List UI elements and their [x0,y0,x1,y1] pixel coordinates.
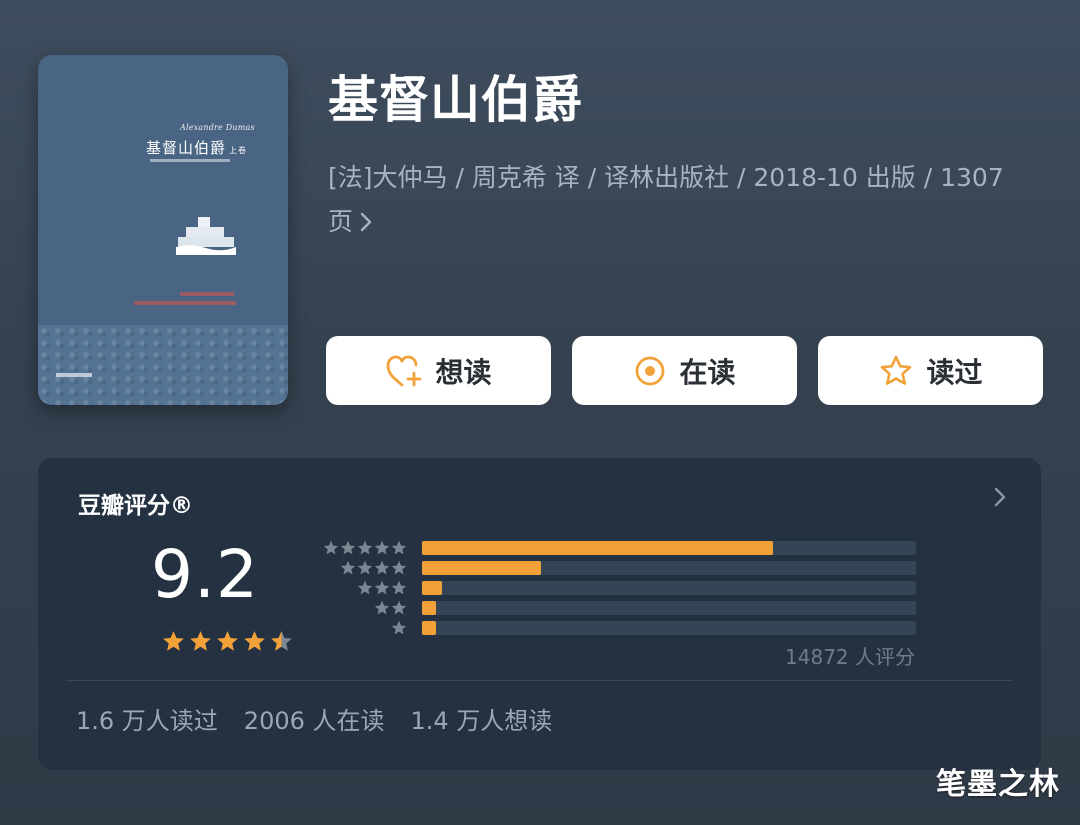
distribution-bar-track [422,581,916,595]
row-stars-icon [323,540,407,555]
row-stars-icon [340,560,407,575]
distribution-star-icon [357,580,373,595]
rating-score: 9.2 [151,536,259,613]
distribution-row-4-star [308,560,948,576]
distribution-star-icon [340,540,356,555]
distribution-bar-track [422,601,916,615]
cover-author: Alexandre Dumas [180,123,255,132]
book-meta[interactable]: [法]大仲马 / 周克希 译 / 译林出版社 / 2018-10 出版 / 13… [328,156,1028,247]
distribution-star-icon [340,560,356,575]
distribution-star-icon [374,560,390,575]
distribution-star-icon [391,580,407,595]
have-read-label: 读过 [926,355,983,389]
distribution-row-3-star [308,580,948,596]
distribution-bar-1-star [422,621,436,635]
distribution-bar-track [422,621,916,635]
divider [66,680,1013,681]
reading-button[interactable]: 在读 [572,336,797,405]
rating-star-icon [217,631,238,651]
rating-star-icon [163,631,184,651]
distribution-row-5-star [308,540,948,556]
distribution-star-icon [374,600,390,615]
book-cover[interactable]: Alexandre Dumas 基督山伯爵 上卷 [38,55,288,405]
cover-red-text [134,301,236,305]
publisher-logo [56,373,92,377]
want-to-read-button[interactable]: 想读 [326,336,551,405]
watermark: 笔墨之林 [936,767,1060,802]
book-meta-text: [法]大仲马 / 周克希 译 / 译林出版社 / 2018-10 出版 / 13… [328,163,1004,236]
star-outline-icon [878,354,914,388]
distribution-star-icon [391,540,407,555]
distribution-star-icon [391,560,407,575]
read-count: 1.6 万人读过 [76,707,218,735]
want-to-read-label: 想读 [435,355,492,389]
distribution-bar-2-star [422,601,436,615]
rating-star-icon [271,631,292,651]
chevron-right-icon [359,203,373,247]
distribution-bar-5-star [422,541,773,555]
reading-label: 在读 [679,355,736,389]
reading-count: 2006 人在读 [243,707,385,735]
rating-star-icon [190,631,211,651]
heart-plus-icon [385,354,423,388]
row-stars-icon [391,620,407,635]
cover-red-text [180,292,234,296]
distribution-bar-3-star [422,581,442,595]
distribution-star-icon [357,540,373,555]
book-title: 基督山伯爵 [328,71,583,129]
chevron-right-icon[interactable] [993,486,1007,512]
row-stars-icon [374,600,407,615]
cover-pattern [38,325,288,405]
distribution-row-1-star [308,620,948,636]
distribution-star-icon [374,540,390,555]
cover-volume: 上卷 [229,146,248,155]
distribution-star-icon [323,540,339,555]
rating-label: 豆瓣评分® [78,493,193,519]
rating-stars [162,628,302,658]
row-stars-icon [357,580,407,595]
cover-title: 基督山伯爵 上卷 [146,139,248,157]
rater-count: 14872 人评分 [785,645,915,669]
want-count: 1.4 万人想读 [410,707,553,735]
have-read-button[interactable]: 读过 [818,336,1043,405]
rating-star-icon [244,631,265,651]
distribution-bar-track [422,541,916,555]
distribution-bar-track [422,561,916,575]
distribution-star-icon [391,600,407,615]
cover-subtitle-line [150,159,230,162]
reading-circle-icon [633,354,667,388]
distribution-row-2-star [308,600,948,616]
castle-illustration [176,217,236,255]
distribution-star-icon [374,580,390,595]
reader-stats: 1.6 万人读过 2006 人在读 1.4 万人想读 [76,701,552,736]
distribution-star-icon [391,620,407,635]
rating-card[interactable]: 豆瓣评分® 9.2 14872 人评分 1.6 万人读过 2006 人在读 1.… [38,458,1041,770]
distribution-bar-4-star [422,561,541,575]
distribution-star-icon [357,560,373,575]
